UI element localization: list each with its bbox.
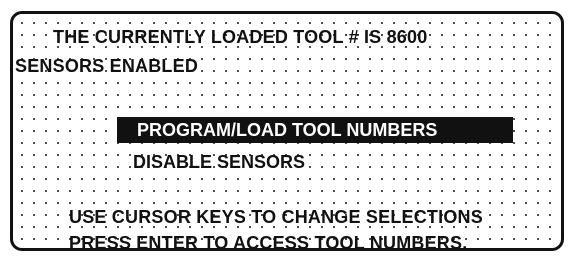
sensors-status: SENSORS ENABLED bbox=[15, 56, 199, 76]
menu-item-program-load-tool-numbers[interactable]: PROGRAM/LOAD TOOL NUMBERS bbox=[117, 117, 513, 143]
loaded-tool-status: THE CURRENTLY LOADED TOOL # IS 8600 bbox=[53, 27, 428, 47]
selection-menu: PROGRAM/LOAD TOOL NUMBERS DISABLE SENSOR… bbox=[117, 117, 513, 175]
help-text-press-enter: PRESS ENTER TO ACCESS TOOL NUMBERS. bbox=[69, 233, 468, 251]
help-text-cursor-keys: USE CURSOR KEYS TO CHANGE SELECTIONS bbox=[69, 207, 483, 227]
lcd-screen: THE CURRENTLY LOADED TOOL # IS 8600 SENS… bbox=[10, 11, 564, 251]
menu-item-disable-sensors[interactable]: DISABLE SENSORS bbox=[117, 149, 513, 175]
